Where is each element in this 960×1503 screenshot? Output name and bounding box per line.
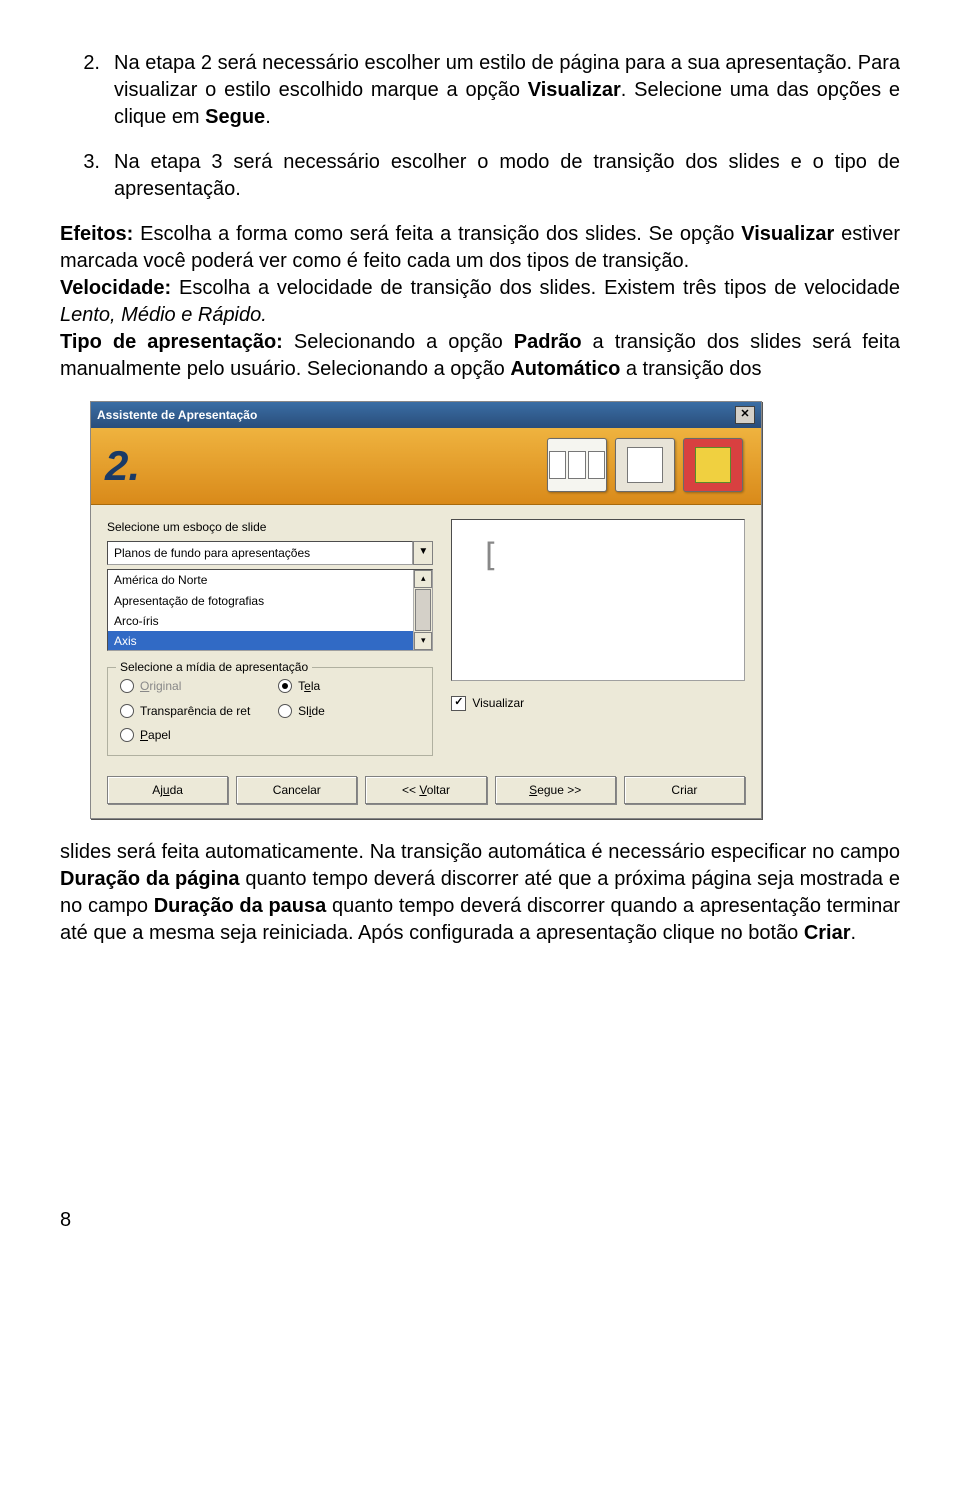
next-button[interactable]: Segue >> [495, 776, 616, 804]
dropdown-arrow-icon[interactable]: ▼ [413, 541, 433, 565]
single-slide-icon [615, 438, 675, 492]
media-legend: Selecione a mídia de apresentação [116, 659, 312, 675]
step-3-number: 3. [60, 149, 114, 203]
background-dropdown[interactable]: Planos de fundo para apresentações ▼ [107, 541, 433, 565]
text: . [265, 106, 271, 128]
scroll-thumb[interactable] [415, 589, 431, 631]
bold: Criar [804, 922, 851, 944]
text: Escolha a forma como será feita a transi… [133, 223, 741, 245]
after-paragraph: slides será feita automaticamente. Na tr… [60, 839, 900, 947]
slide-design-label: Selecione um esboço de slide [107, 519, 433, 535]
bold: Duração da pausa [154, 895, 327, 917]
listbox-scrollbar[interactable]: ▴ ▾ [413, 570, 432, 650]
preview-placeholder-icon: [ [480, 534, 499, 577]
scroll-up-icon[interactable]: ▴ [414, 570, 432, 588]
radio-transparencia[interactable]: Transparência de ret [120, 703, 262, 719]
bold: Automático [510, 358, 620, 380]
step-3-text: Na etapa 3 será necessário escolher o mo… [114, 149, 900, 203]
help-button[interactable]: Ajuda [107, 776, 228, 804]
dropdown-value: Planos de fundo para apresentações [107, 541, 413, 565]
list-item[interactable]: América do Norte [108, 570, 432, 590]
dialog-screenshot: Assistente de Apresentação ✕ 2. Selecion… [90, 401, 870, 819]
bold: Visualizar [528, 79, 621, 101]
label: Tipo de apresentação: [60, 331, 283, 353]
visualizar-checkbox[interactable]: ✓ Visualizar [451, 695, 745, 711]
back-button[interactable]: << Voltar [365, 776, 486, 804]
text: Selecionando a opção [283, 331, 514, 353]
radio-papel[interactable]: Papel [120, 727, 262, 743]
step-2-text: Na etapa 2 será necessário escolher um e… [114, 50, 900, 131]
step-number: 2. [105, 438, 140, 495]
page-number: 8 [60, 1207, 900, 1234]
text: slides será feita automaticamente. Na tr… [60, 841, 900, 863]
label: Velocidade: [60, 277, 171, 299]
bold: Segue [205, 106, 265, 128]
list-item-selected[interactable]: Axis [108, 631, 432, 651]
titlebar: Assistente de Apresentação ✕ [91, 402, 761, 428]
italic: Lento, Médio e Rápido. [60, 304, 267, 326]
radio-original[interactable]: Original [120, 678, 262, 694]
dialog-title: Assistente de Apresentação [97, 407, 257, 423]
step-banner: 2. [91, 428, 761, 505]
create-button[interactable]: Criar [624, 776, 745, 804]
design-listbox[interactable]: América do Norte Apresentação de fotogra… [107, 569, 433, 651]
preview-box: [ [451, 519, 745, 681]
list-item[interactable]: Arco-íris [108, 611, 432, 631]
step-2-number: 2. [60, 50, 114, 131]
list-item[interactable]: Apresentação de fotografias [108, 591, 432, 611]
step-2-paragraph: 2. Na etapa 2 será necessário escolher u… [60, 50, 900, 131]
button-row: Ajuda Cancelar << Voltar Segue >> Criar [91, 766, 761, 818]
banner-icons [547, 438, 743, 492]
efeitos-paragraph: Efeitos: Escolha a forma como será feita… [60, 221, 900, 383]
step-3-paragraph: 3. Na etapa 3 será necessário escolher o… [60, 149, 900, 203]
btn-label: Criar [671, 783, 697, 797]
bold: Padrão [514, 331, 582, 353]
text: Escolha a velocidade de transição dos sl… [171, 277, 900, 299]
label: Efeitos: [60, 223, 133, 245]
radio-tela[interactable]: Tela [278, 678, 420, 694]
close-button[interactable]: ✕ [735, 406, 755, 424]
bold: Visualizar [741, 223, 834, 245]
checkbox-icon: ✓ [451, 696, 466, 711]
text: a transição dos [620, 358, 761, 380]
radio-slide[interactable]: Slide [278, 703, 420, 719]
color-slide-icon [683, 438, 743, 492]
bold: Duração da página [60, 868, 240, 890]
slides-icon [547, 438, 607, 492]
media-fieldset: Selecione a mídia de apresentação Origin… [107, 667, 433, 756]
scroll-down-icon[interactable]: ▾ [414, 632, 432, 650]
presentation-wizard-dialog: Assistente de Apresentação ✕ 2. Selecion… [90, 401, 762, 819]
radio-label: Transparência de ret [140, 703, 250, 719]
text: . [851, 922, 857, 944]
cancel-button[interactable]: Cancelar [236, 776, 357, 804]
